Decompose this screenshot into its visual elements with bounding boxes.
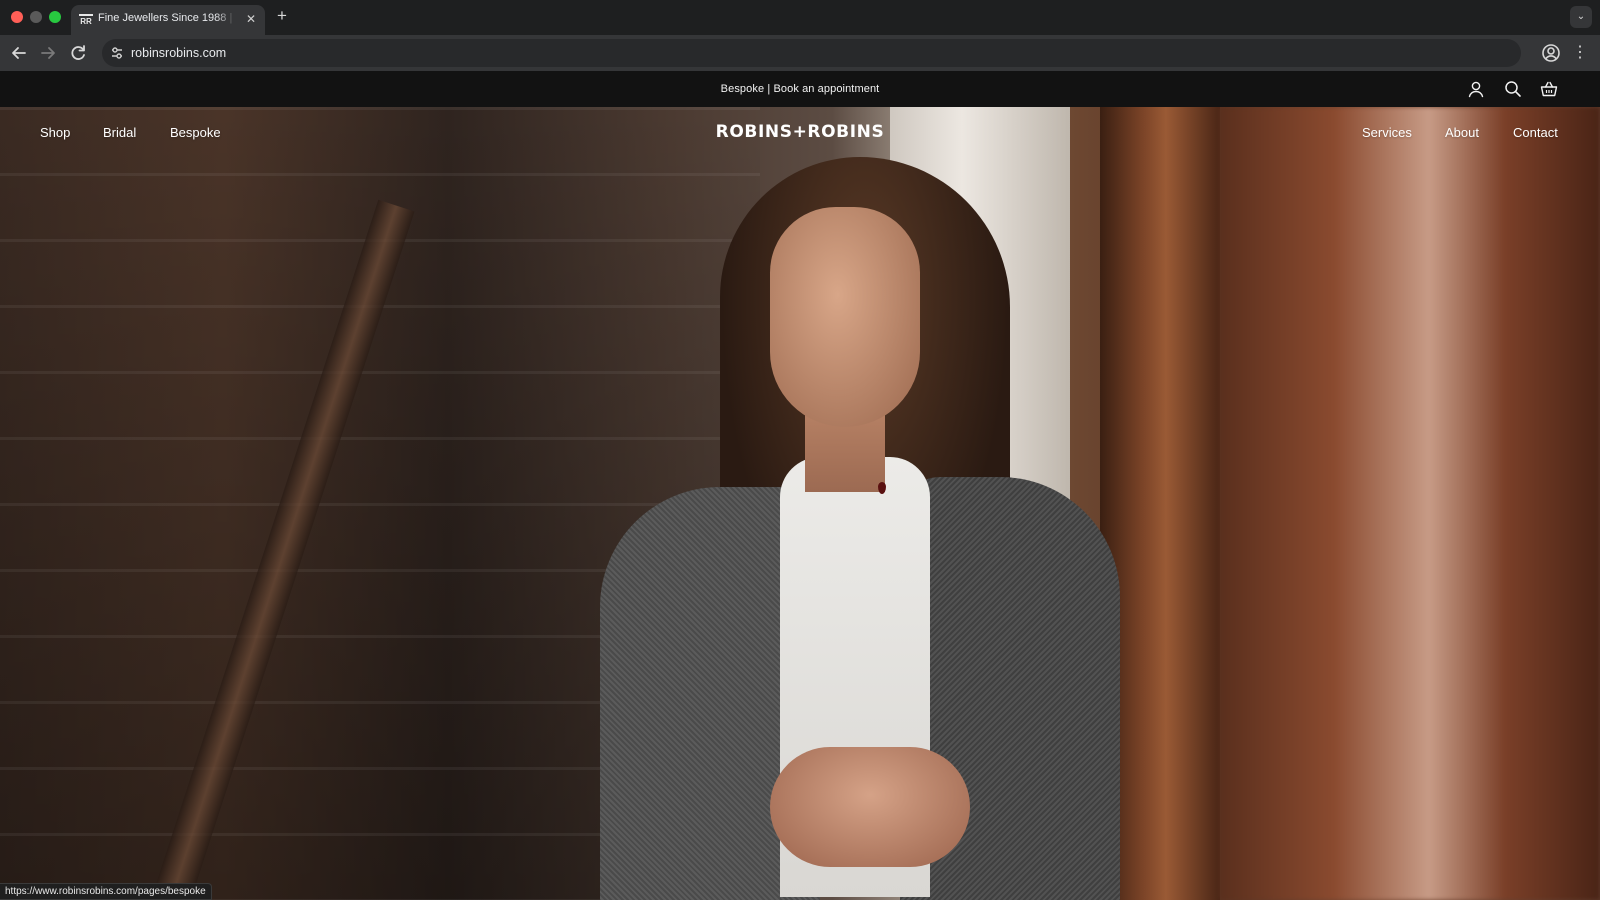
site-favicon-icon: RR [79, 14, 93, 26]
window-close-button[interactable] [11, 11, 23, 23]
chevron-down-icon[interactable]: ⌄ [1570, 6, 1592, 28]
address-bar[interactable]: robinsrobins.com ☆ [102, 39, 1521, 67]
announcement-link[interactable]: Bespoke | Book an appointment [0, 83, 1600, 95]
browser-tab-strip: RR Fine Jewellers Since 1988 | Robins+Ro… [0, 0, 1600, 35]
nav-services[interactable]: Services [1362, 125, 1412, 140]
account-icon[interactable] [1466, 79, 1486, 99]
window-minimize-button[interactable] [30, 11, 42, 23]
model-figure [600, 147, 1120, 900]
link-status-bar: https://www.robinsrobins.com/pages/bespo… [0, 883, 212, 900]
basket-icon[interactable] [1539, 79, 1559, 99]
window-maximize-button[interactable] [49, 11, 61, 23]
kebab-icon[interactable]: ⋮ [1570, 41, 1590, 65]
hero-banner[interactable]: Shop Bridal Bespoke ROBINS+ROBINS Servic… [0, 107, 1600, 900]
reload-icon[interactable] [66, 41, 90, 65]
browser-tab-active[interactable]: RR Fine Jewellers Since 1988 | Robins+Ro… [71, 5, 265, 35]
search-icon[interactable] [1503, 79, 1523, 99]
plus-icon[interactable]: + [272, 6, 292, 26]
tune-icon[interactable] [108, 44, 126, 62]
model-face [770, 207, 920, 427]
brand-logo[interactable]: ROBINS+ROBINS [0, 122, 1600, 142]
nav-about[interactable]: About [1445, 125, 1479, 140]
wood-panel [1220, 107, 1600, 900]
arrow-left-icon[interactable] [7, 41, 31, 65]
browser-toolbar: robinsrobins.com ☆ ⋮ [0, 35, 1600, 71]
announcement-bar: Bespoke | Book an appointment [0, 71, 1600, 107]
profile-icon[interactable] [1539, 41, 1563, 65]
close-icon[interactable]: ✕ [243, 11, 259, 27]
model-hands [770, 747, 970, 867]
tab-title: Fine Jewellers Since 1988 | Robins+Robin… [98, 12, 236, 24]
url-text[interactable]: robinsrobins.com [131, 46, 226, 60]
arrow-right-icon[interactable] [36, 41, 60, 65]
nav-contact[interactable]: Contact [1513, 125, 1558, 140]
